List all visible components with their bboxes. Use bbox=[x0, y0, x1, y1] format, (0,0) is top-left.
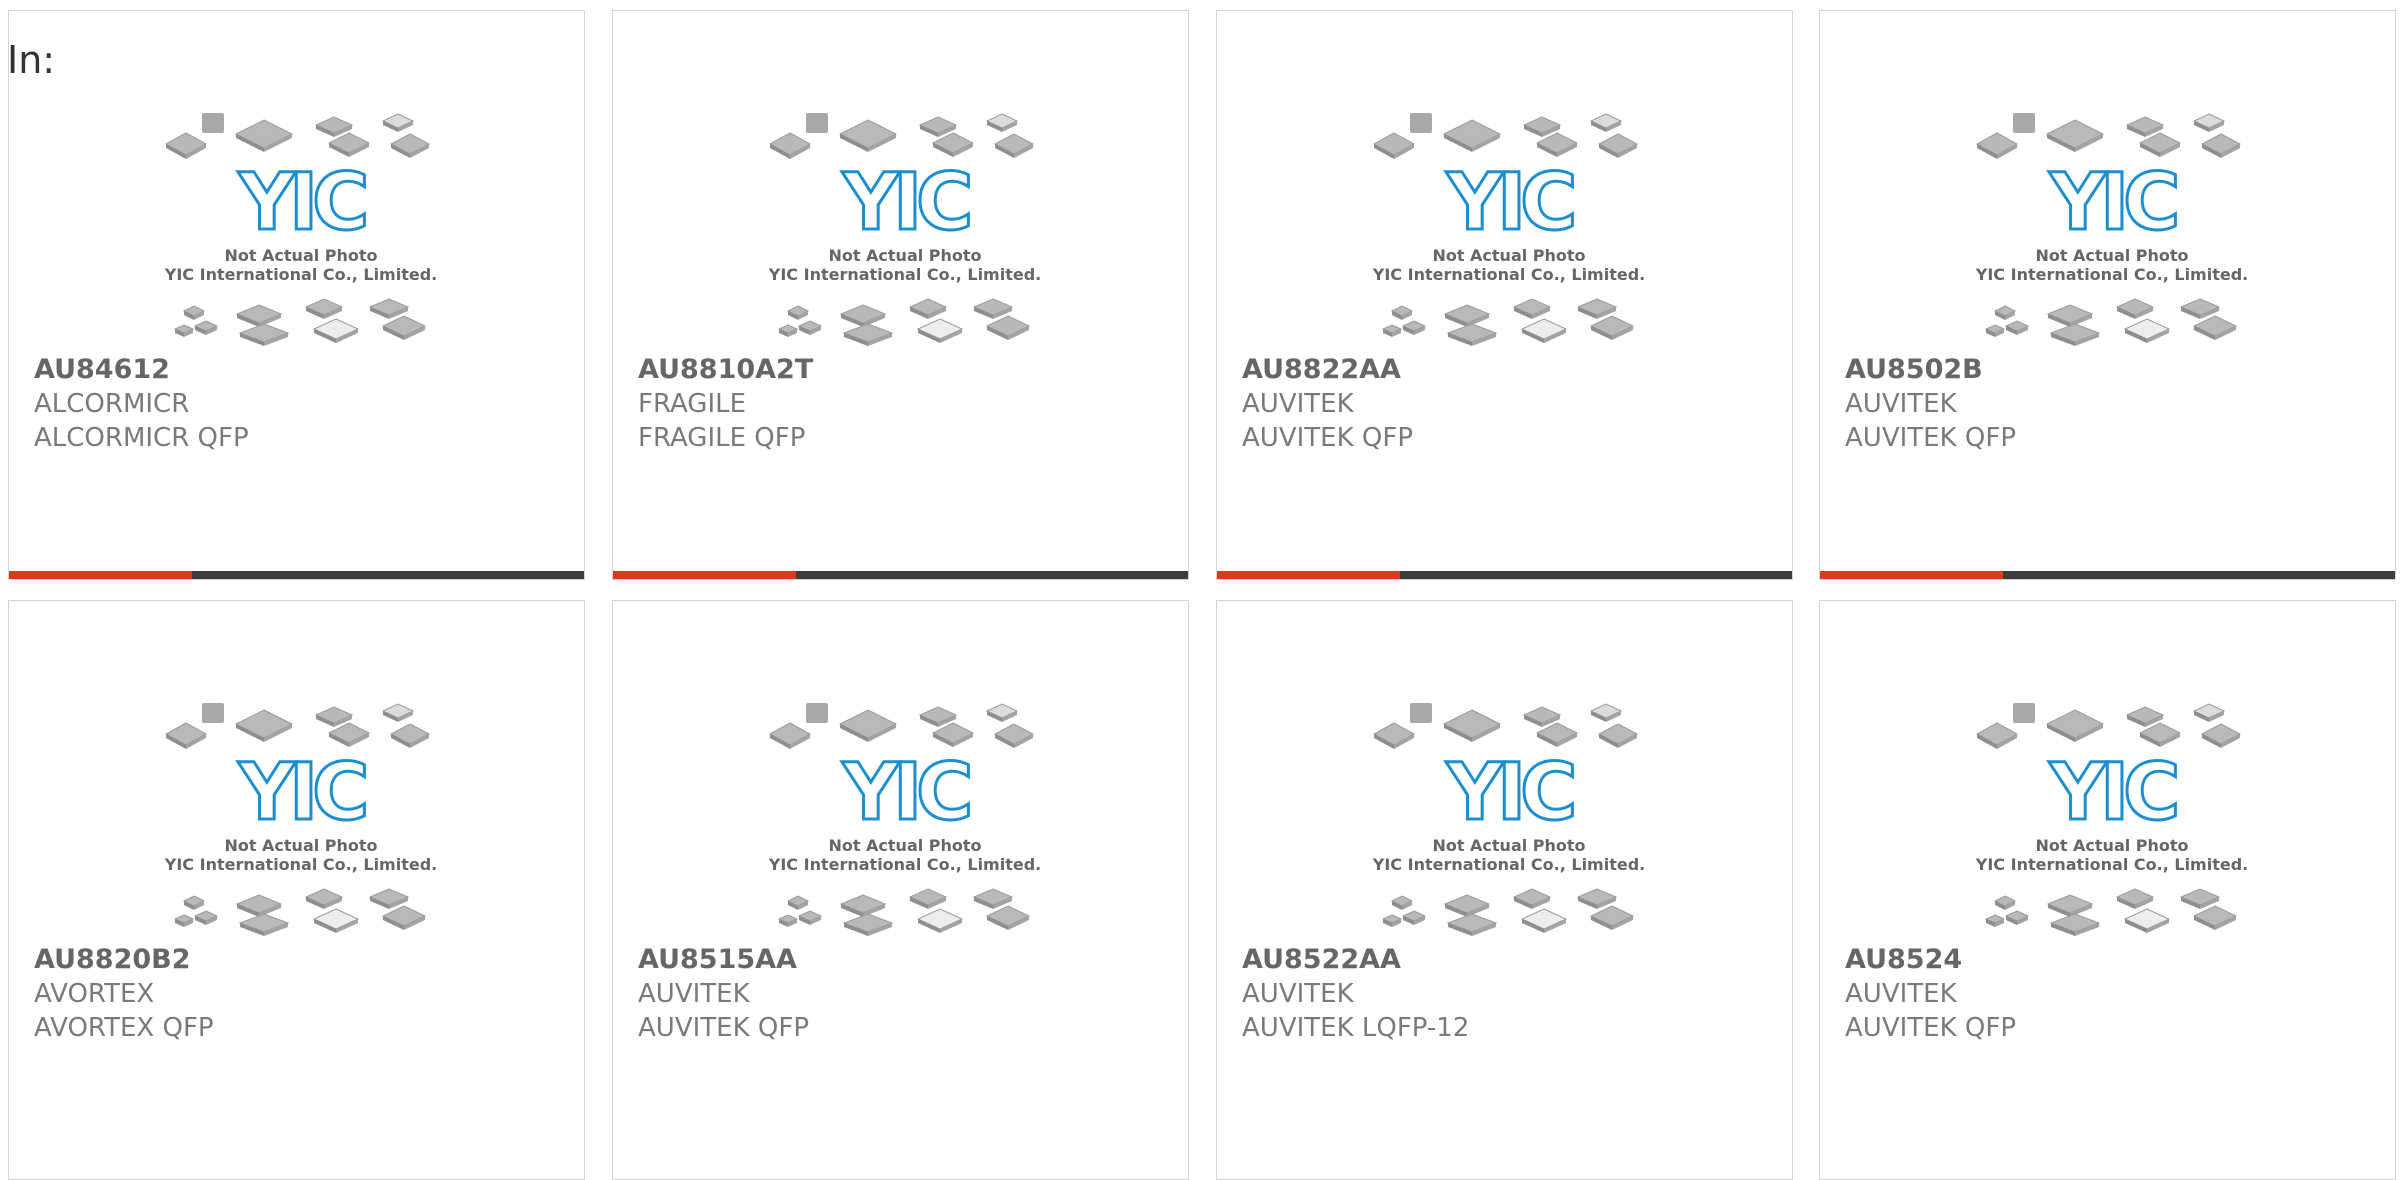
card-bar bbox=[9, 571, 584, 579]
product-card[interactable]: YIC Not Actual Photo YIC International Co.… bbox=[1819, 10, 2396, 580]
manufacturer: AUVITEK bbox=[1845, 389, 1957, 419]
yic-logo: YIC bbox=[238, 158, 366, 248]
package: ALCORMICR QFP bbox=[34, 423, 249, 453]
chip-placeholder-graphic: YICNot Actual PhotoYIC International Co.… bbox=[1372, 703, 1645, 936]
package: AUVITEK LQFP-12 bbox=[1242, 1013, 1470, 1043]
product-card[interactable]: YIC Not Actual Photo YIC International Co.… bbox=[1216, 10, 1793, 580]
photo-caption-line2: YIC International Co., Limited. bbox=[768, 265, 1041, 284]
placeholder-photo: YIC Not Actual Photo YIC International Co.… bbox=[1372, 691, 1647, 941]
placeholder-photo: YIC Not Actual Photo YIC International Co.… bbox=[768, 691, 1043, 941]
yic-logo: YIC bbox=[1446, 748, 1574, 838]
card-bar bbox=[1217, 571, 1792, 579]
photo-caption-line1: Not Actual Photo bbox=[1432, 836, 1585, 855]
manufacturer: FRAGILE bbox=[638, 389, 747, 419]
package: AUVITEK QFP bbox=[1845, 1013, 2016, 1043]
yic-logo: YIC bbox=[1446, 158, 1574, 248]
filter-label: In: bbox=[7, 38, 56, 82]
photo-caption-line1: Not Actual Photo bbox=[2035, 836, 2188, 855]
manufacturer: AUVITEK bbox=[1242, 979, 1354, 1009]
photo-caption-line2: YIC International Co., Limited. bbox=[1975, 265, 2248, 284]
placeholder-photo: YIC Not Actual Photo YIC International Co.… bbox=[1372, 101, 1647, 351]
package: AUVITEK QFP bbox=[638, 1013, 809, 1043]
manufacturer: AUVITEK bbox=[1845, 979, 1957, 1009]
part-number[interactable]: AU8515AA bbox=[638, 943, 809, 977]
package: AVORTEX QFP bbox=[34, 1013, 214, 1043]
manufacturer: AVORTEX bbox=[34, 979, 155, 1009]
photo-caption-line1: Not Actual Photo bbox=[224, 246, 377, 265]
card-bar-accent bbox=[9, 571, 192, 579]
chip-placeholder-graphic: YICNot Actual PhotoYIC International Co.… bbox=[164, 113, 437, 346]
photo-caption-line1: Not Actual Photo bbox=[2035, 246, 2188, 265]
photo-caption-line2: YIC International Co., Limited. bbox=[1372, 265, 1645, 284]
chip-placeholder-graphic: YICNot Actual PhotoYIC International Co.… bbox=[164, 703, 437, 936]
yic-logo: YIC bbox=[2049, 158, 2177, 248]
manufacturer: AUVITEK bbox=[1242, 389, 1354, 419]
photo-caption-line1: Not Actual Photo bbox=[828, 246, 981, 265]
yic-logo: YIC bbox=[238, 748, 366, 838]
photo-caption-line2: YIC International Co., Limited. bbox=[164, 265, 437, 284]
part-number[interactable]: AU8820B2 bbox=[34, 943, 214, 977]
package: FRAGILE QFP bbox=[638, 423, 806, 453]
photo-caption-line1: Not Actual Photo bbox=[224, 836, 377, 855]
product-card[interactable]: YIC Not Actual Photo YIC International Co.… bbox=[1216, 600, 1793, 1180]
product-card[interactable]: YIC Not Actual Photo YIC International Co.… bbox=[612, 600, 1189, 1180]
product-card[interactable]: YIC Not Actual Photo YIC International Co.… bbox=[8, 600, 585, 1180]
product-grid: YIC Not Actual Photo YIC International Co.… bbox=[0, 0, 2400, 1180]
photo-caption-line2: YIC International Co., Limited. bbox=[1975, 855, 2248, 874]
card-bar-accent bbox=[613, 571, 796, 579]
package: AUVITEK QFP bbox=[1845, 423, 2016, 453]
manufacturer: AUVITEK bbox=[638, 979, 750, 1009]
package: AUVITEK QFP bbox=[1242, 423, 1413, 453]
manufacturer: ALCORMICR bbox=[34, 389, 190, 419]
card-bar-accent bbox=[1820, 571, 2003, 579]
part-number[interactable]: AU8502B bbox=[1845, 353, 2016, 387]
photo-caption-line1: Not Actual Photo bbox=[1432, 246, 1585, 265]
card-bar bbox=[1820, 571, 2395, 579]
chip-placeholder-graphic: YICNot Actual PhotoYIC International Co.… bbox=[1975, 703, 2248, 936]
yic-logo: YIC bbox=[842, 158, 970, 248]
part-number[interactable]: AU8822AA bbox=[1242, 353, 1413, 387]
chip-placeholder-graphic: YICNot Actual PhotoYIC International Co.… bbox=[768, 113, 1041, 346]
photo-caption-line2: YIC International Co., Limited. bbox=[1372, 855, 1645, 874]
placeholder-photo: YIC Not Actual Photo YIC International Co.… bbox=[164, 101, 439, 351]
product-card[interactable]: YIC Not Actual Photo YIC International Co.… bbox=[8, 10, 585, 580]
placeholder-photo: YIC Not Actual Photo YIC International Co.… bbox=[164, 691, 439, 941]
placeholder-photo: YIC Not Actual Photo YIC International Co.… bbox=[1975, 101, 2250, 351]
product-card[interactable]: YIC Not Actual Photo YIC International Co.… bbox=[1819, 600, 2396, 1180]
card-bar-accent bbox=[1217, 571, 1400, 579]
part-number[interactable]: AU8522AA bbox=[1242, 943, 1469, 977]
placeholder-photo: YIC Not Actual Photo YIC International Co.… bbox=[768, 101, 1043, 351]
part-number[interactable]: AU8524 bbox=[1845, 943, 2016, 977]
part-number[interactable]: AU8810A2T bbox=[638, 353, 813, 387]
yic-logo: YIC bbox=[842, 748, 970, 838]
photo-caption-line2: YIC International Co., Limited. bbox=[164, 855, 437, 874]
placeholder-photo: YIC Not Actual Photo YIC International Co.… bbox=[1975, 691, 2250, 941]
part-number[interactable]: AU84612 bbox=[34, 353, 249, 387]
chip-placeholder-graphic: YICNot Actual PhotoYIC International Co.… bbox=[1372, 113, 1645, 346]
photo-caption-line2: YIC International Co., Limited. bbox=[768, 855, 1041, 874]
photo-caption-line1: Not Actual Photo bbox=[828, 836, 981, 855]
product-card[interactable]: YIC Not Actual Photo YIC International Co.… bbox=[612, 10, 1189, 580]
yic-logo: YIC bbox=[2049, 748, 2177, 838]
chip-placeholder-graphic: YICNot Actual PhotoYIC International Co.… bbox=[768, 703, 1041, 936]
chip-placeholder-graphic: YICNot Actual PhotoYIC International Co.… bbox=[1975, 113, 2248, 346]
card-bar bbox=[613, 571, 1188, 579]
